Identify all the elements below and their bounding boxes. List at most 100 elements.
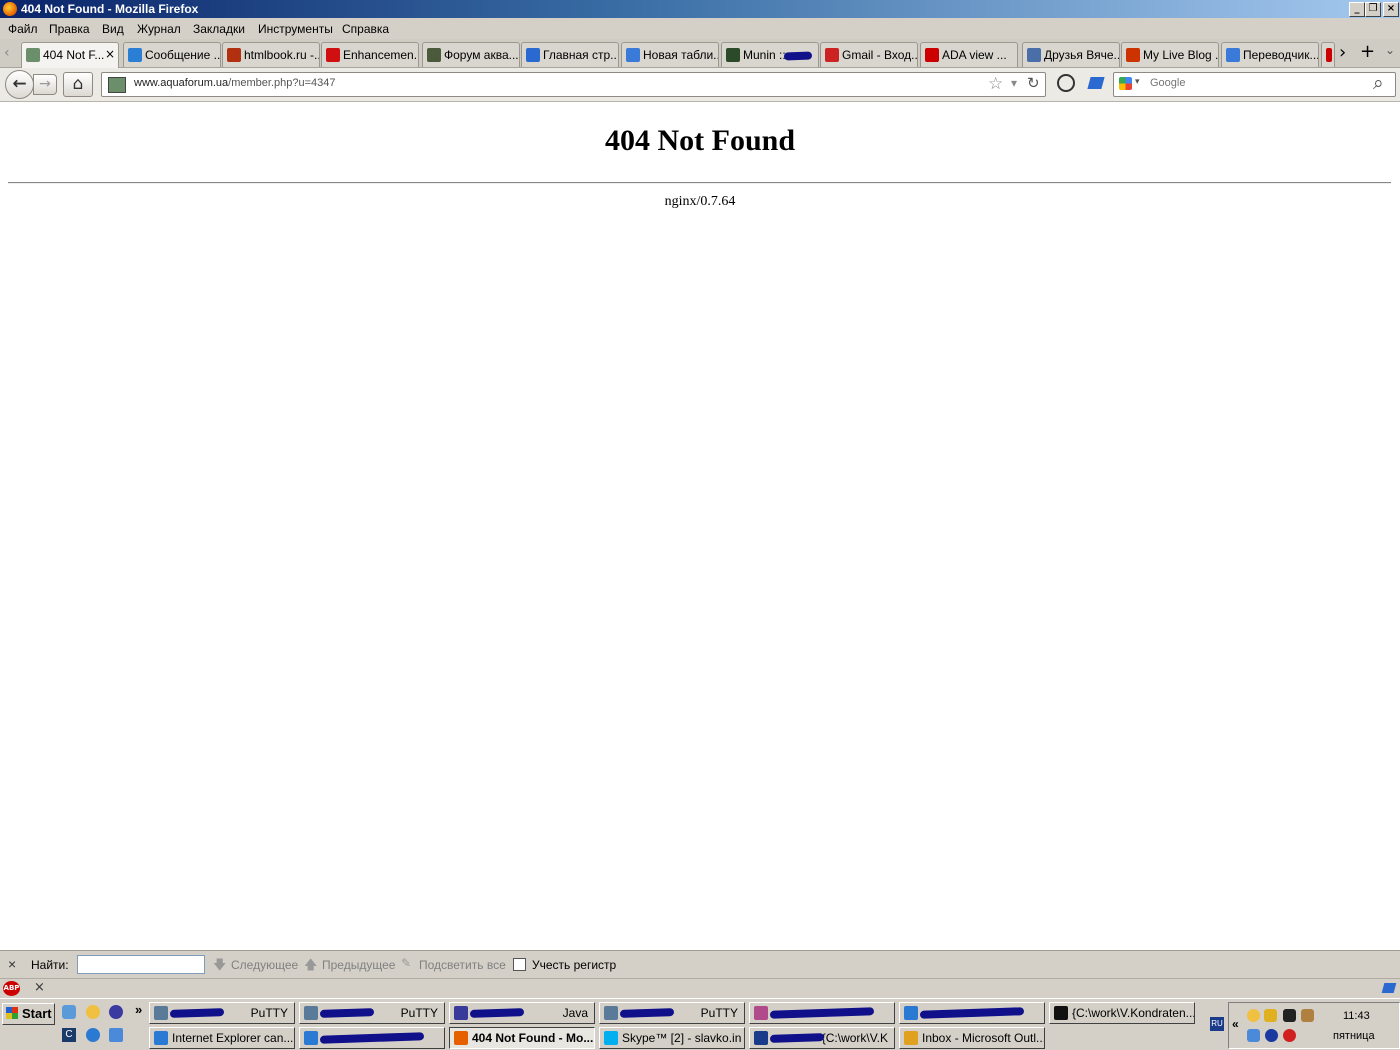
clock-icon[interactable] (1057, 74, 1075, 92)
taskbar-button-row2-5[interactable]: Inbox - Microsoft Outl... (899, 1027, 1045, 1049)
taskbar-button-row2-2[interactable]: 404 Not Found - Mo... (449, 1027, 595, 1049)
tab-list-button[interactable]: ⌄ (1385, 43, 1395, 57)
taskbar-button-row1-1[interactable]: PuTTY (299, 1002, 445, 1024)
tray-media-icon[interactable] (1283, 1009, 1296, 1022)
quicklaunch-outlook-icon[interactable] (86, 1005, 100, 1019)
url-bar[interactable]: www.aquaforum.ua/member.php?u=4347 ☆ ▾ ↻ (101, 72, 1046, 97)
bookmark-star-icon[interactable]: ☆ (988, 74, 1003, 94)
taskbar-button-label: Inbox - Microsoft Outl... (922, 1031, 1045, 1045)
tab-11[interactable]: My Live Blog ... (1121, 42, 1219, 67)
search-input[interactable] (1148, 76, 1372, 90)
xmarks-status-icon[interactable] (1381, 983, 1397, 993)
tab-8[interactable]: Gmail - Вход... (820, 42, 918, 67)
reload-icon[interactable]: ↻ (1027, 74, 1040, 92)
search-bar[interactable]: ▾ ⌕ (1113, 72, 1396, 97)
tab-favicon-icon (1226, 48, 1240, 62)
menu-file[interactable]: Файл (8, 22, 38, 36)
menu-tools[interactable]: Инструменты (258, 22, 333, 36)
taskbar-button-row2-1[interactable] (299, 1027, 445, 1049)
engine-dropdown-icon[interactable]: ▾ (1135, 77, 1140, 87)
tab-3[interactable]: Enhancemen... (321, 42, 419, 67)
url-text[interactable]: www.aquaforum.ua/member.php?u=4347 (134, 77, 336, 89)
google-engine-icon[interactable] (1119, 77, 1132, 90)
tab-6[interactable]: Новая табли... (621, 42, 719, 67)
match-case-label[interactable]: Учесть регистр (532, 958, 616, 972)
menu-edit[interactable]: Правка (49, 22, 90, 36)
restore-button[interactable]: ❐ (1365, 2, 1381, 17)
xmarks-icon[interactable] (1087, 77, 1105, 89)
tab-label: 404 Not F... (43, 48, 105, 62)
tab-12[interactable]: Переводчик... (1221, 42, 1319, 67)
tab-favicon-icon (227, 48, 241, 62)
taskbar-button-row1-3[interactable]: PuTTY (599, 1002, 745, 1024)
taskbar-app-icon (454, 1006, 468, 1020)
menu-help[interactable]: Справка (342, 22, 389, 36)
taskbar-button-row2-0[interactable]: Internet Explorer can... (149, 1027, 295, 1049)
tab-scroll-left[interactable]: ‹ (4, 45, 10, 61)
title-bar[interactable]: 404 Not Found - Mozilla Firefox _ ❐ × (0, 0, 1400, 18)
taskbar-button-label: PuTTY (250, 1006, 288, 1020)
home-button[interactable]: ⌂ (63, 72, 93, 97)
tab-overflow[interactable] (1321, 42, 1335, 67)
tab-label: Друзья Вяче... (1044, 48, 1120, 62)
redaction-mark (319, 1032, 425, 1044)
find-close-button[interactable]: × (8, 956, 16, 972)
tray-security-icon[interactable] (1283, 1029, 1296, 1042)
tray-expand-button[interactable]: « (1232, 1017, 1239, 1031)
quicklaunch-more[interactable]: » (135, 1002, 142, 1017)
find-prev-button[interactable]: Предыдущее (322, 958, 395, 972)
taskbar-app-icon (604, 1031, 618, 1045)
highlight-all-button[interactable]: Подсветить все (419, 958, 506, 972)
language-indicator[interactable]: RU (1210, 1017, 1224, 1031)
tab-2[interactable]: htmlbook.ru -... (222, 42, 320, 67)
tray-tool-icon[interactable] (1301, 1009, 1314, 1022)
new-tab-button[interactable]: + (1360, 41, 1375, 62)
addon-bar-close-button[interactable]: × (34, 980, 45, 995)
site-identity-icon[interactable] (108, 77, 126, 93)
quicklaunch-ie-icon[interactable] (62, 1005, 76, 1019)
taskbar-button-row1-2[interactable]: Java (449, 1002, 595, 1024)
find-next-button[interactable]: Следующее (231, 958, 298, 972)
search-icon[interactable]: ⌕ (1373, 72, 1384, 94)
tray-network-icon[interactable] (1247, 1029, 1260, 1042)
tab-9[interactable]: ADA view ... (920, 42, 1018, 67)
tray-volume-icon[interactable] (1265, 1029, 1278, 1042)
match-case-checkbox[interactable] (513, 958, 526, 971)
taskbar-app-icon (904, 1031, 918, 1045)
taskbar-button-row1-6[interactable]: {C:\work\V.Kondraten... (1049, 1002, 1195, 1024)
menu-view[interactable]: Вид (102, 22, 124, 36)
tab-close-button[interactable]: × (105, 47, 115, 61)
history-dropdown-icon[interactable]: ▾ (1011, 76, 1017, 90)
find-input[interactable] (77, 955, 205, 974)
forward-button[interactable]: → (33, 74, 57, 95)
tab-0[interactable]: 404 Not F... × (21, 42, 119, 68)
taskbar-button-row2-3[interactable]: Skype™ [2] - slavko.in (599, 1027, 745, 1049)
menu-bookmarks[interactable]: Закладки (193, 22, 245, 36)
tab-5[interactable]: Главная стр... (521, 42, 619, 67)
tray-clock[interactable]: 11:43 (1343, 1010, 1370, 1022)
find-prev-icon: 🡅 (304, 957, 318, 972)
tab-4[interactable]: Форум аква... (422, 42, 520, 67)
adblock-icon[interactable]: ABP (3, 981, 20, 996)
close-window-button[interactable]: × (1383, 2, 1399, 17)
menu-history[interactable]: Журнал (137, 22, 181, 36)
quicklaunch-eclipse-icon[interactable] (109, 1005, 123, 1019)
quicklaunch-desktop-icon[interactable] (109, 1028, 123, 1042)
taskbar-button-row1-0[interactable]: PuTTY (149, 1002, 295, 1024)
quicklaunch-ie2-icon[interactable] (86, 1028, 100, 1042)
start-button[interactable]: Start (2, 1003, 55, 1025)
taskbar-app-icon (154, 1006, 168, 1020)
quicklaunch-c-icon[interactable]: C (62, 1028, 76, 1042)
tab-scroll-right[interactable]: › (1339, 42, 1346, 63)
taskbar-button-row2-4[interactable]: {C:\work\V.K (749, 1027, 895, 1049)
tab-7[interactable]: Munin :: (721, 42, 819, 67)
minimize-button[interactable]: _ (1349, 2, 1365, 17)
tab-10[interactable]: Друзья Вяче... (1022, 42, 1120, 67)
taskbar-button-row1-5[interactable] (899, 1002, 1045, 1024)
tray-outlook-icon[interactable] (1247, 1009, 1260, 1022)
tray-warning-icon[interactable] (1264, 1009, 1277, 1022)
taskbar-button-row1-4[interactable] (749, 1002, 895, 1024)
tab-1[interactable]: Сообщение ... (123, 42, 221, 67)
taskbar-button-label: PuTTY (700, 1006, 738, 1020)
back-button[interactable]: ← (5, 70, 34, 99)
